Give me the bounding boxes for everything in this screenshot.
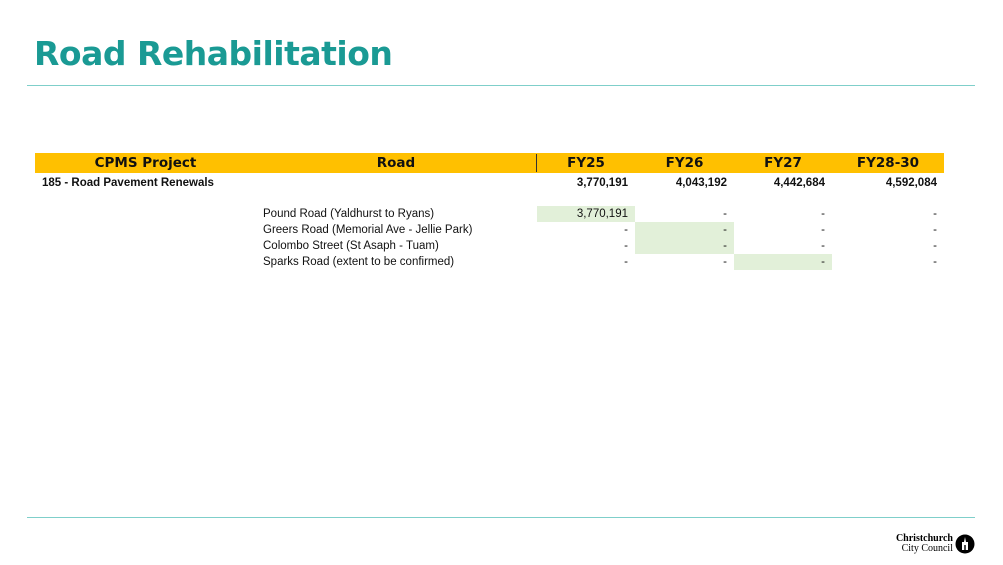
table-row: Pound Road (Yaldhurst to Ryans) 3,770,19… [35, 206, 944, 222]
table-header: CPMS Project Road FY25 FY26 FY27 FY28-30 [35, 153, 944, 173]
header-fy27: FY27 [764, 155, 802, 171]
value-fy26: - [723, 256, 727, 268]
project-total-fy28-30: 4,592,084 [885, 177, 937, 189]
value-fy27: - [821, 240, 825, 252]
project-total-fy25: 3,770,191 [576, 177, 628, 189]
value-fy26: - [635, 222, 734, 238]
value-fy25: 3,770,191 [537, 206, 635, 222]
project-total-fy27: 4,442,684 [773, 177, 825, 189]
header-fy28-30: FY28-30 [856, 155, 920, 171]
cathedral-icon [955, 534, 975, 554]
value-fy27: - [821, 208, 825, 220]
bottom-divider [27, 517, 975, 518]
value-fy28-30: - [933, 240, 937, 252]
logo-line2: City Council [901, 543, 953, 554]
page-title: Road Rehabilitation [34, 34, 393, 73]
project-total-fy26: 4,043,192 [675, 177, 727, 189]
table-row: Sparks Road (extent to be confirmed) - -… [35, 254, 944, 270]
project-name: 185 - Road Pavement Renewals [42, 177, 214, 189]
value-fy25: - [624, 256, 628, 268]
road-name: Pound Road (Yaldhurst to Ryans) [263, 208, 435, 220]
table-row: Greers Road (Memorial Ave - Jellie Park)… [35, 222, 944, 238]
value-fy26: - [723, 208, 727, 220]
header-road: Road [376, 155, 416, 171]
value-fy25: - [624, 240, 628, 252]
top-divider [27, 85, 975, 86]
road-name: Colombo Street (St Asaph - Tuam) [263, 240, 439, 252]
value-fy26: - [635, 238, 734, 254]
project-row: 185 - Road Pavement Renewals 3,770,191 4… [35, 175, 944, 191]
value-fy25: - [624, 224, 628, 236]
road-name: Greers Road (Memorial Ave - Jellie Park) [263, 224, 473, 236]
table-row: Colombo Street (St Asaph - Tuam) - - - - [35, 238, 944, 254]
value-fy27: - [734, 254, 832, 270]
value-fy28-30: - [933, 208, 937, 220]
council-logo: Christchurch City Council [893, 533, 979, 555]
value-fy28-30: - [933, 256, 937, 268]
road-name: Sparks Road (extent to be confirmed) [263, 256, 455, 268]
header-fy26: FY26 [665, 155, 704, 171]
value-fy27: - [821, 224, 825, 236]
header-cpms-project: CPMS Project [94, 155, 197, 171]
header-fy25: FY25 [567, 155, 605, 171]
value-fy28-30: - [933, 224, 937, 236]
